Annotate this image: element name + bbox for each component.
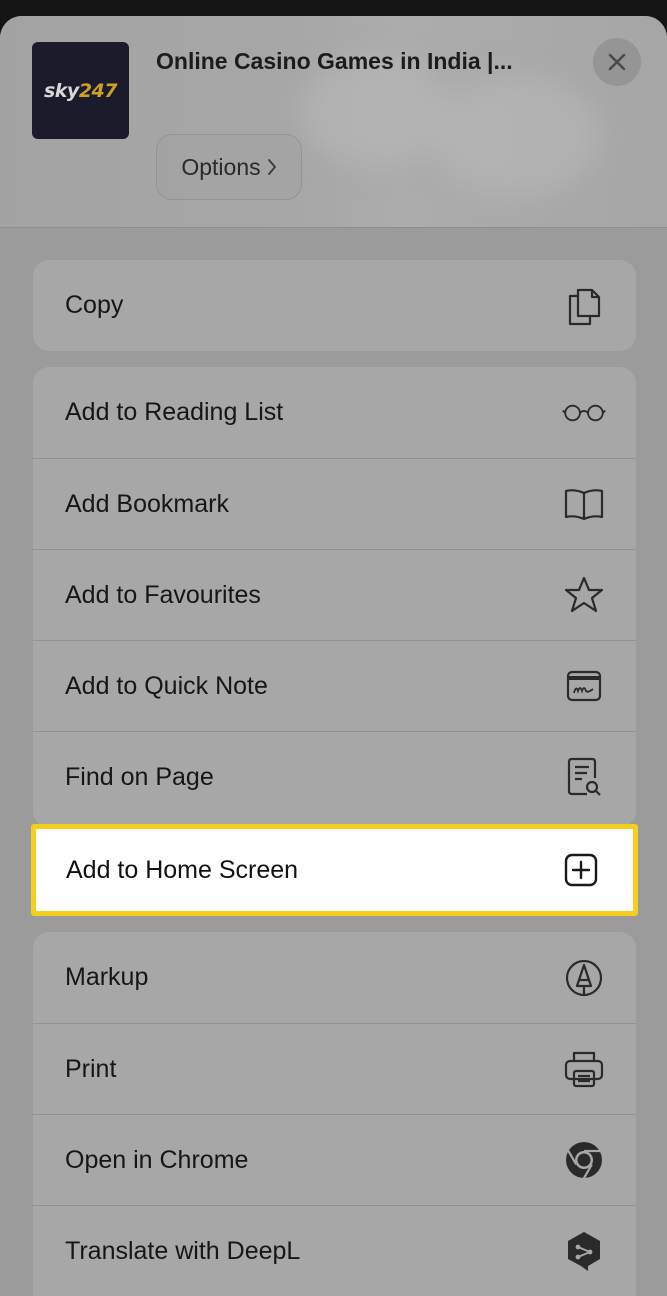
site-logo: sky247 — [43, 79, 118, 102]
share-sheet: sky247 Online Casino Games in India |...… — [0, 16, 667, 1296]
chrome-icon — [562, 1138, 606, 1182]
action-label: Print — [65, 1054, 117, 1083]
site-icon: sky247 — [32, 42, 129, 139]
action-add-to-quick-note[interactable]: Add to Quick Note — [33, 640, 636, 731]
printer-icon — [562, 1047, 606, 1091]
action-markup[interactable]: Markup — [33, 932, 636, 1023]
action-add-to-reading-list[interactable]: Add to Reading List — [33, 367, 636, 458]
action-translate-with-deepl[interactable]: Translate with DeepL — [33, 1205, 636, 1296]
book-icon — [562, 482, 606, 526]
actions-group: Add to Reading List Add Bookmark Add to … — [33, 367, 636, 827]
action-label: Copy — [65, 291, 124, 319]
action-open-in-chrome[interactable]: Open in Chrome — [33, 1114, 636, 1205]
action-label: Add to Quick Note — [65, 671, 268, 700]
action-add-to-favourites[interactable]: Add to Favourites — [33, 549, 636, 640]
options-button[interactable]: Options — [156, 134, 302, 200]
chevron-right-icon — [267, 159, 276, 175]
extras-group: Markup Print Open in Chrome Translate wi… — [33, 932, 636, 1296]
quick-note-icon — [562, 664, 606, 708]
copy-group: Copy — [33, 260, 636, 351]
copy-icon — [562, 284, 606, 328]
action-label: Find on Page — [65, 762, 214, 791]
close-button[interactable] — [593, 38, 641, 86]
deepl-icon — [562, 1229, 606, 1273]
glasses-icon — [562, 391, 606, 435]
action-add-to-home-screen[interactable]: Add to Home Screen — [31, 824, 638, 916]
plus-square-icon — [559, 848, 603, 892]
page-title: Online Casino Games in India |... — [156, 48, 513, 74]
action-label: Add to Favourites — [65, 580, 261, 609]
options-label: Options — [181, 153, 261, 180]
action-label: Add to Home Screen — [66, 855, 299, 884]
close-icon — [608, 53, 626, 71]
action-label: Open in Chrome — [65, 1145, 249, 1174]
action-label: Add Bookmark — [65, 489, 229, 518]
action-find-on-page[interactable]: Find on Page — [33, 731, 636, 822]
star-icon — [562, 573, 606, 617]
action-label: Markup — [65, 963, 149, 991]
action-label: Add to Reading List — [65, 398, 284, 426]
markup-pen-icon — [562, 956, 606, 1000]
action-add-bookmark[interactable]: Add Bookmark — [33, 458, 636, 549]
action-print[interactable]: Print — [33, 1023, 636, 1114]
action-copy[interactable]: Copy — [33, 260, 636, 351]
share-sheet-header: sky247 Online Casino Games in India |...… — [0, 16, 667, 228]
find-document-icon — [562, 755, 606, 799]
action-label: Translate with DeepL — [65, 1236, 301, 1265]
